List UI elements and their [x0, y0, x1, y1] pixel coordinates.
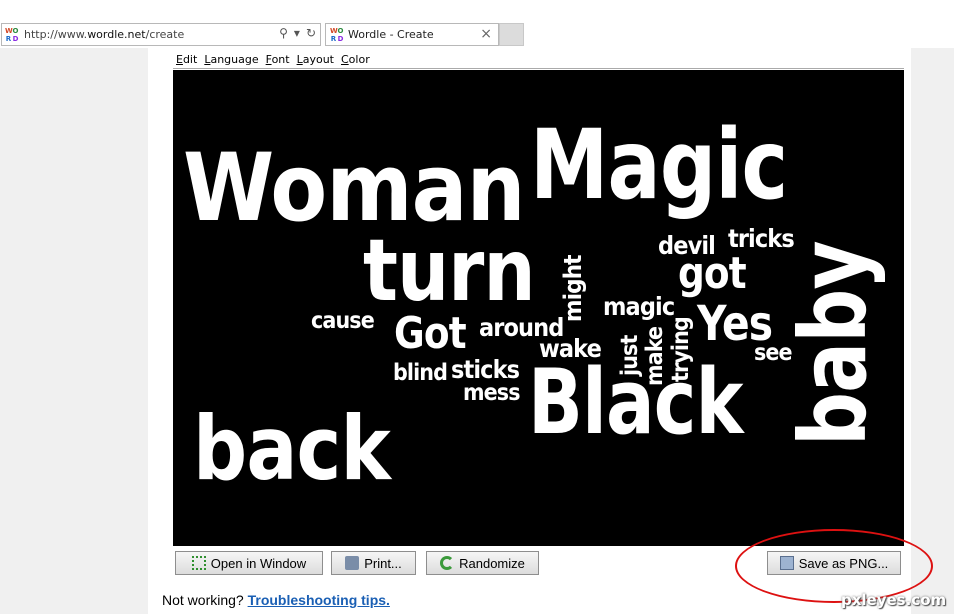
- cloud-word: tricks: [728, 224, 795, 253]
- cloud-word: devil: [658, 231, 716, 260]
- right-margin: [911, 48, 954, 614]
- open-in-window-button[interactable]: Open in Window: [175, 551, 323, 575]
- menu-layout[interactable]: Layout: [297, 53, 334, 66]
- applet-menu: Edit Language Font Layout Color: [176, 53, 370, 66]
- menu-edit[interactable]: Edit: [176, 53, 197, 66]
- cloud-word: might: [559, 255, 587, 322]
- expand-icon: [191, 556, 206, 570]
- new-tab-button[interactable]: [499, 23, 524, 46]
- cloud-word: Got: [394, 308, 467, 359]
- search-icon[interactable]: ⚲: [279, 26, 288, 40]
- cloud-word: magic: [603, 292, 675, 321]
- cloud-word: Magic: [530, 109, 788, 221]
- left-margin: [0, 48, 148, 614]
- cloud-word: turn: [363, 221, 536, 321]
- cloud-word: sticks: [451, 355, 520, 384]
- browser-tab[interactable]: W O R D Wordle - Create ×: [325, 23, 499, 46]
- wordle-favicon-icon: W O R D: [5, 27, 19, 43]
- troubleshooting-note: Not working? Troubleshooting tips.: [162, 592, 390, 608]
- troubleshooting-link[interactable]: Troubleshooting tips.: [248, 592, 390, 608]
- cloud-word: make: [642, 326, 668, 386]
- menu-color[interactable]: Color: [341, 53, 370, 66]
- menu-language[interactable]: Language: [204, 53, 258, 66]
- cloud-word: trying: [668, 317, 694, 382]
- chevron-down-icon[interactable]: ▾: [294, 26, 300, 40]
- word-cloud-canvas[interactable]: Woman Magic turn baby back Black Yes got…: [173, 70, 904, 546]
- menu-font[interactable]: Font: [266, 53, 290, 66]
- refresh-icon: [440, 556, 455, 570]
- cloud-word: back: [193, 397, 391, 500]
- cloud-word: mess: [463, 380, 521, 406]
- cloud-word: baby: [780, 241, 887, 446]
- printer-icon: [345, 556, 360, 570]
- url-text[interactable]: http://www.wordle.net/create: [24, 27, 184, 42]
- menu-divider: [173, 68, 904, 69]
- cloud-word: blind: [393, 360, 448, 386]
- refresh-icon[interactable]: ↻: [306, 26, 316, 40]
- cloud-word: cause: [311, 308, 375, 334]
- address-bar[interactable]: W O R D http://www.wordle.net/create ⚲ ▾…: [1, 23, 321, 46]
- wordle-favicon-icon: W O R D: [330, 27, 344, 43]
- cloud-word: see: [754, 340, 793, 366]
- cloud-word: wake: [539, 334, 602, 363]
- watermark: pxleyes.com: [841, 591, 947, 609]
- cloud-word: just: [617, 335, 643, 376]
- tab-title: Wordle - Create: [348, 28, 434, 41]
- close-icon[interactable]: ×: [480, 26, 492, 42]
- randomize-button[interactable]: Randomize: [426, 551, 539, 575]
- print-button[interactable]: Print...: [331, 551, 416, 575]
